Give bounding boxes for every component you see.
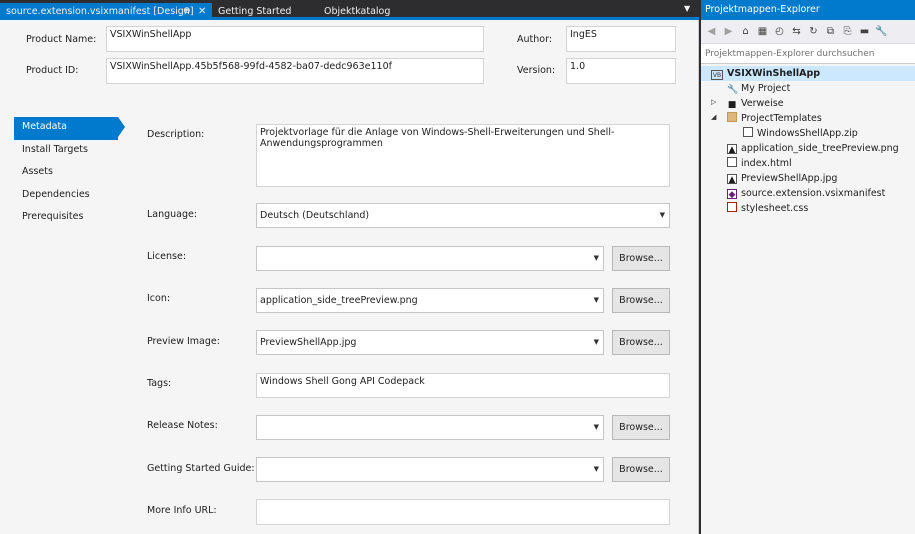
folder-icon	[727, 112, 737, 122]
vb-project-icon: VB	[711, 70, 723, 80]
refresh-icon[interactable]: ↻	[807, 25, 820, 38]
language-label: Language:	[147, 209, 198, 220]
product-name-input[interactable]: VSIXWinShellApp	[106, 26, 484, 52]
description-label: Description:	[147, 129, 205, 140]
tree-item-label: PreviewShellApp.jpg	[741, 173, 838, 184]
tree-item-label: stylesheet.css	[741, 203, 809, 214]
manifest-designer: Product Name: VSIXWinShellApp Product ID…	[0, 20, 699, 534]
tree-item-vsixmanifest[interactable]: ◆ source.extension.vsixmanifest	[727, 186, 885, 201]
language-value: Deutsch (Deutschland)	[260, 210, 370, 221]
license-browse-button[interactable]: Browse...	[612, 246, 670, 271]
show-all-files-icon[interactable]: ⎘	[841, 25, 854, 38]
more-info-url-input[interactable]	[256, 499, 670, 525]
tags-input[interactable]: Windows Shell Gong API Codepack	[256, 373, 670, 398]
more-info-url-label: More Info URL:	[147, 505, 217, 516]
tree-item-project-templates[interactable]: ProjectTemplates	[727, 111, 822, 126]
tree-item-verweise[interactable]: ■ Verweise	[727, 96, 784, 111]
version-input[interactable]: 1.0	[566, 58, 676, 84]
tree-item-stylesheet-css[interactable]: stylesheet.css	[727, 201, 808, 216]
product-name-label: Product Name:	[26, 34, 97, 45]
image-icon: ▲	[727, 144, 737, 155]
tree-item-label: index.html	[741, 158, 792, 169]
author-label: Author:	[517, 34, 553, 45]
tab-list-dropdown-icon[interactable]: ▼	[684, 4, 690, 13]
icon-browse-button[interactable]: Browse...	[612, 288, 670, 313]
preview-image-value: PreviewShellApp.jpg	[260, 337, 357, 348]
tree-item-label: VSIXWinShellApp	[727, 68, 821, 79]
tree-item-project[interactable]: VB VSIXWinShellApp	[701, 66, 915, 81]
tree-item-index-html[interactable]: index.html	[727, 156, 792, 171]
chevron-down-icon: ▼	[593, 254, 599, 262]
release-notes-label: Release Notes:	[147, 420, 218, 431]
file-icon	[743, 127, 753, 137]
back-icon[interactable]: ◀	[705, 25, 718, 38]
product-id-input[interactable]: VSIXWinShellApp.45b5f568-99fd-4582-ba07-…	[106, 58, 484, 84]
home-icon[interactable]: ⌂	[739, 25, 752, 38]
author-input[interactable]: IngES	[566, 26, 676, 52]
properties-icon[interactable]: ▬	[858, 25, 871, 38]
icon-select[interactable]: application_side_treePreview.png ▼	[256, 288, 604, 313]
nav-prerequisites[interactable]: Prerequisites	[14, 207, 124, 230]
css-file-icon	[727, 202, 737, 212]
solution-explorer-toolbar: ◀ ▶ ⌂ ▦ ◴ ⇆ ↻ ⧉ ⎘ ▬ 🔧	[701, 20, 915, 44]
pending-changes-icon[interactable]: ◴	[773, 25, 786, 38]
release-notes-browse-button[interactable]: Browse...	[612, 415, 670, 440]
nav-dependencies[interactable]: Dependencies	[14, 185, 124, 208]
tree-item-windowsshellapp-zip[interactable]: WindowsShellApp.zip	[743, 126, 858, 141]
tags-label: Tags:	[147, 378, 172, 389]
html-file-icon	[727, 157, 737, 167]
tree-item-label: WindowsShellApp.zip	[757, 128, 858, 139]
solution-explorer-search[interactable]: Projektmappen-Explorer durchsuchen (Strg…	[701, 44, 915, 79]
nav-install-targets[interactable]: Install Targets	[14, 140, 124, 163]
tree-item-preview-shellapp[interactable]: ▲ PreviewShellApp.jpg	[727, 171, 837, 186]
chevron-down-icon: ▼	[593, 423, 599, 431]
tree-item-label: ProjectTemplates	[741, 113, 822, 124]
tree-item-label: My Project	[741, 83, 791, 94]
license-select[interactable]: ▼	[256, 246, 604, 271]
wrench-icon: 🔧	[727, 85, 739, 95]
nav-assets[interactable]: Assets	[14, 162, 124, 185]
chevron-down-icon: ▼	[593, 338, 599, 346]
license-label: License:	[147, 251, 187, 262]
switch-views-icon[interactable]: ▦	[756, 25, 769, 38]
image-icon: ▲	[727, 174, 737, 185]
references-icon: ■	[727, 100, 737, 110]
product-id-label: Product ID:	[26, 65, 79, 76]
solution-explorer-title: Projektmappen-Explorer	[701, 0, 915, 20]
expand-arrow-icon[interactable]: ▷	[711, 98, 716, 106]
settings-icon[interactable]: 🔧	[875, 25, 888, 38]
chevron-down-icon: ▼	[593, 465, 599, 473]
version-label: Version:	[517, 65, 556, 76]
getting-started-label: Getting Started Guide:	[147, 463, 255, 474]
chevron-down-icon: ▼	[659, 211, 665, 219]
tree-item-my-project[interactable]: 🔧 My Project	[727, 81, 790, 96]
nav-metadata[interactable]: Metadata	[14, 117, 125, 140]
solution-explorer: Projektmappen-Explorer ◀ ▶ ⌂ ▦ ◴ ⇆ ↻ ⧉ ⎘…	[701, 0, 915, 534]
preview-image-browse-button[interactable]: Browse...	[612, 330, 670, 355]
document-tab-strip: source.extension.vsixmanifest [Design] ⊕…	[0, 0, 699, 20]
tree-item-application-preview[interactable]: ▲ application_side_treePreview.png	[727, 141, 899, 156]
sync-icon[interactable]: ⇆	[790, 25, 803, 38]
getting-started-select[interactable]: ▼	[256, 457, 604, 482]
tree-item-label: application_side_treePreview.png	[741, 143, 899, 154]
icon-label: Icon:	[147, 293, 171, 304]
manifest-icon: ◆	[727, 189, 737, 200]
tree-item-label: Verweise	[741, 98, 784, 109]
tab-label: source.extension.vsixmanifest [Design]	[6, 6, 194, 17]
language-select[interactable]: Deutsch (Deutschland) ▼	[256, 203, 670, 228]
release-notes-select[interactable]: ▼	[256, 415, 604, 440]
getting-started-browse-button[interactable]: Browse...	[612, 457, 670, 482]
icon-value: application_side_treePreview.png	[260, 295, 418, 306]
tree-item-label: source.extension.vsixmanifest	[741, 188, 886, 199]
section-nav: Metadata Install Targets Assets Dependen…	[14, 117, 125, 230]
collapse-arrow-icon[interactable]: ◢	[711, 113, 716, 121]
chevron-down-icon: ▼	[593, 296, 599, 304]
collapse-all-icon[interactable]: ⧉	[824, 25, 837, 38]
preview-image-label: Preview Image:	[147, 336, 220, 347]
description-input[interactable]: Projektvorlage für die Anlage von Window…	[256, 124, 670, 187]
forward-icon[interactable]: ▶	[722, 25, 735, 38]
preview-image-select[interactable]: PreviewShellApp.jpg ▼	[256, 330, 604, 355]
